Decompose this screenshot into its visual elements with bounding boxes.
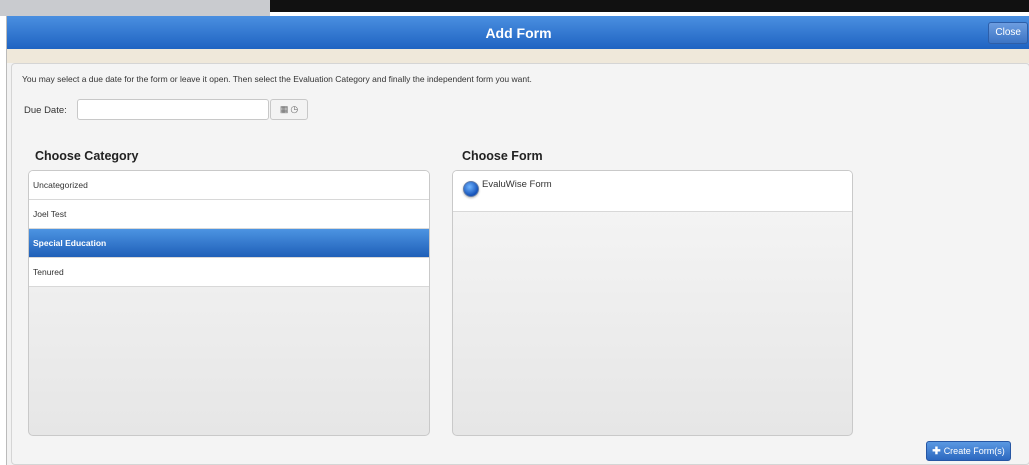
form-list: EvaluWise Form (452, 170, 853, 436)
choose-category-heading: Choose Category (35, 149, 139, 163)
calendar-icon[interactable]: ▦ (280, 104, 289, 115)
add-form-dialog: Add Form Close You may select a due date… (6, 16, 1029, 465)
form-item-label: EvaluWise Form (482, 179, 552, 190)
category-item-special-education[interactable]: Special Education (29, 229, 429, 258)
create-forms-label: Create Form(s) (943, 446, 1005, 456)
background-window-bar (270, 0, 1029, 12)
due-date-picker-buttons[interactable]: ▦ ◷ (270, 99, 308, 120)
category-item-joel-test[interactable]: Joel Test (29, 200, 429, 229)
category-list: Uncategorized Joel Test Special Educatio… (28, 170, 430, 436)
dialog-title: Add Form (485, 24, 552, 41)
form-item-evaluwise[interactable]: EvaluWise Form (453, 171, 852, 212)
radio-selected-icon[interactable] (463, 181, 479, 197)
background-window-tab (0, 0, 270, 16)
dialog-header-strip (7, 49, 1029, 63)
plus-icon: ✚ (932, 445, 941, 457)
category-item-tenured[interactable]: Tenured (29, 258, 429, 287)
dialog-content: You may select a due date for the form o… (11, 63, 1029, 465)
due-date-label: Due Date: (24, 105, 67, 116)
background-window-strip (0, 0, 1029, 16)
due-date-input[interactable] (77, 99, 269, 120)
choose-form-heading: Choose Form (462, 149, 543, 163)
create-forms-button[interactable]: ✚ Create Form(s) (926, 441, 1011, 461)
dialog-titlebar: Add Form Close (7, 16, 1029, 49)
instructions-text: You may select a due date for the form o… (22, 74, 532, 84)
category-item-uncategorized[interactable]: Uncategorized (29, 171, 429, 200)
clock-icon[interactable]: ◷ (290, 104, 298, 115)
close-button[interactable]: Close (988, 22, 1028, 44)
